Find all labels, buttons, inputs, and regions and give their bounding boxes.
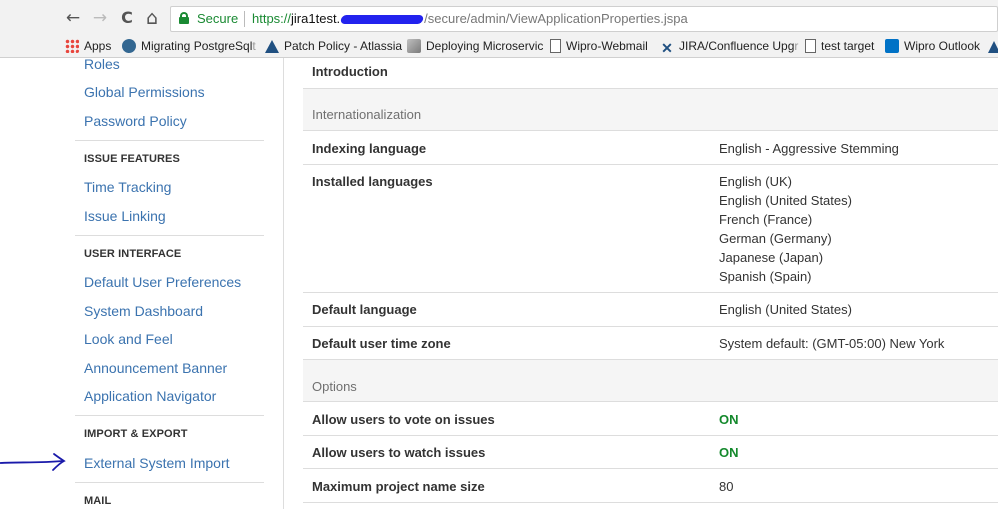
- sidebar-divider: [75, 415, 264, 416]
- annotation-arrow-icon: [0, 453, 66, 471]
- atlassian-icon: [988, 41, 998, 53]
- back-arrow-icon[interactable]: ←: [62, 7, 84, 29]
- sidebar-item-announcement-banner[interactable]: Announcement Banner: [84, 360, 227, 376]
- bookmark-deploying-microservices[interactable]: Deploying Microservic: [407, 37, 543, 55]
- table-row: Default language English (United States): [303, 293, 998, 327]
- sidebar-heading-issue-features: ISSUE FEATURES: [84, 153, 180, 165]
- table-row: Installed languages English (UK) English…: [303, 165, 998, 293]
- list-item: French (France): [719, 212, 813, 227]
- sidebar-heading-mail: MAIL: [84, 495, 112, 507]
- browser-toolbar: ← → C ⌂ Secure https://jira1test./secure…: [0, 4, 998, 34]
- introduction-row: Introduction: [303, 58, 998, 89]
- page-icon: [805, 39, 816, 53]
- max-project-name-label: Maximum project name size: [312, 479, 485, 494]
- forward-arrow-icon[interactable]: →: [89, 7, 111, 29]
- bookmark-overflow[interactable]: [988, 37, 998, 55]
- bookmark-test-target[interactable]: test target: [805, 37, 874, 55]
- sidebar-item-global-permissions[interactable]: Global Permissions: [84, 84, 205, 100]
- omnibox-divider: [244, 11, 245, 27]
- default-language-value: English (United States): [719, 302, 852, 317]
- outlook-icon: [885, 39, 899, 53]
- sidebar-heading-user-interface: USER INTERFACE: [84, 248, 182, 260]
- list-item: English (United States): [719, 193, 852, 208]
- default-time-zone-label: Default user time zone: [312, 336, 451, 351]
- section-internationalization: Internationalization: [303, 89, 998, 131]
- address-bar[interactable]: Secure https://jira1test./secure/admin/V…: [170, 6, 998, 32]
- installed-languages-list: English (UK) English (United States) Fre…: [719, 172, 852, 286]
- sidebar-divider: [75, 235, 264, 236]
- reload-icon[interactable]: C: [116, 7, 138, 29]
- allow-watch-status-badge: ON: [719, 445, 739, 460]
- introduction-label: Introduction: [312, 64, 388, 79]
- sidebar-item-external-system-import[interactable]: External System Import: [84, 455, 230, 471]
- sidebar-item-issue-linking[interactable]: Issue Linking: [84, 208, 166, 224]
- allow-vote-label: Allow users to vote on issues: [312, 412, 495, 427]
- bookmarks-bar: Apps Migrating PostgreSqlt Patch Policy …: [0, 35, 998, 57]
- browser-chrome: ← → C ⌂ Secure https://jira1test./secure…: [0, 0, 998, 58]
- home-icon[interactable]: ⌂: [141, 7, 163, 29]
- sidebar-item-roles[interactable]: Roles: [84, 56, 120, 72]
- url-text: https://jira1test./secure/admin/ViewAppl…: [252, 11, 688, 26]
- jira-icon: ✕: [661, 40, 673, 56]
- sidebar-item-default-user-preferences[interactable]: Default User Preferences: [84, 274, 241, 290]
- max-project-name-value: 80: [719, 479, 734, 494]
- bookmark-wipro-outlook[interactable]: Wipro Outlook: [885, 37, 980, 55]
- admin-sidebar: Roles Global Permissions Password Policy…: [0, 56, 284, 509]
- lock-icon: [179, 12, 189, 24]
- bookmark-migrating-postgresql[interactable]: Migrating PostgreSqlt: [122, 37, 256, 55]
- bookmark-patch-policy[interactable]: Patch Policy - Atlassia: [265, 37, 402, 55]
- elephant-icon: [122, 39, 136, 53]
- sidebar-divider: [75, 140, 264, 141]
- section-title-options: Options: [312, 379, 357, 394]
- sidebar-divider: [75, 482, 264, 483]
- sidebar-item-application-navigator[interactable]: Application Navigator: [84, 388, 216, 404]
- table-row: Allow users to watch issues ON: [303, 436, 998, 469]
- sidebar-item-look-and-feel[interactable]: Look and Feel: [84, 331, 173, 347]
- installed-languages-label: Installed languages: [312, 174, 433, 189]
- list-item: Spanish (Spain): [719, 269, 812, 284]
- default-time-zone-value: System default: (GMT-05:00) New York: [719, 336, 945, 351]
- table-row: Default user time zone System default: (…: [303, 327, 998, 360]
- bookmark-wipro-webmail[interactable]: Wipro-Webmail: [550, 37, 648, 55]
- bookmark-jira-confluence[interactable]: ✕ JIRA/Confluence Upgr: [660, 37, 798, 55]
- indexing-language-label: Indexing language: [312, 141, 427, 156]
- allow-vote-status-badge: ON: [719, 412, 739, 427]
- apps-grid-icon: [65, 39, 79, 53]
- section-title-internationalization: Internationalization: [312, 107, 422, 122]
- default-language-label: Default language: [312, 302, 417, 317]
- secure-label: Secure: [197, 11, 239, 26]
- table-row: Indexing language English - Aggressive S…: [303, 131, 998, 165]
- sidebar-item-time-tracking[interactable]: Time Tracking: [84, 179, 171, 195]
- sidebar-heading-import-export: IMPORT & EXPORT: [84, 428, 188, 440]
- allow-watch-label: Allow users to watch issues: [312, 445, 486, 460]
- application-properties-panel: Introduction Internationalization Indexi…: [303, 58, 998, 509]
- list-item: Japanese (Japan): [719, 250, 824, 265]
- bookmark-apps[interactable]: Apps: [65, 37, 111, 55]
- sidebar-item-system-dashboard[interactable]: System Dashboard: [84, 303, 203, 319]
- sidebar-item-password-policy[interactable]: Password Policy: [84, 113, 187, 129]
- list-item: German (Germany): [719, 231, 832, 246]
- indexing-language-value: English - Aggressive Stemming: [719, 141, 899, 156]
- redaction-scribble: [340, 15, 425, 25]
- atlassian-icon: [265, 40, 279, 53]
- deploy-icon: [407, 39, 421, 53]
- page-icon: [550, 39, 561, 53]
- list-item: English (UK): [719, 174, 792, 189]
- table-row: Allow users to vote on issues ON: [303, 402, 998, 436]
- table-row: Maximum project name size 80: [303, 469, 998, 503]
- section-options: Options: [303, 360, 998, 402]
